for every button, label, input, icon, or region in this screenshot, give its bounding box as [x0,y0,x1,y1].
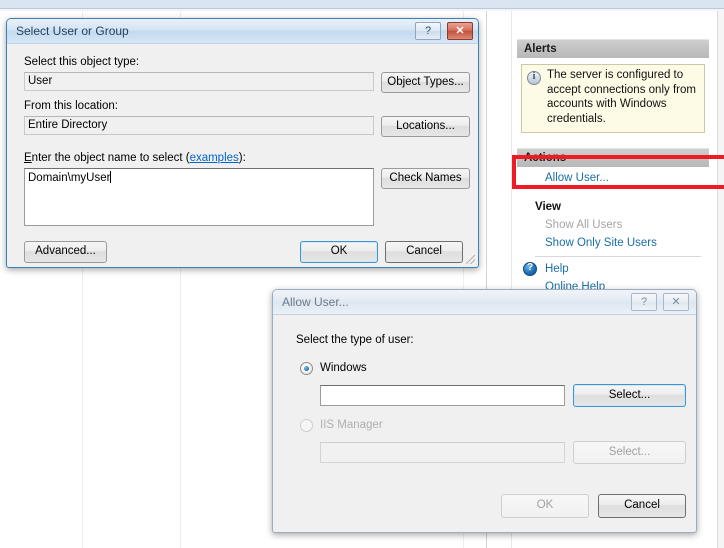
resize-grip[interactable] [466,255,475,264]
actions-section-header: Actions [517,148,709,167]
iis-manager-select-button: Select... [573,441,686,464]
info-icon [527,71,541,85]
examples-link[interactable]: examples [190,152,239,164]
text-caret [110,171,112,183]
allow-user-dialog: Allow User... ? ✕ Select the type of use… [272,289,697,533]
object-types-button[interactable]: Object Types... [381,72,470,93]
panel-scrollbar-edge[interactable] [717,11,724,548]
action-show-only-site-users[interactable]: Show Only Site Users [517,234,709,252]
object-name-label-accel: E [24,152,32,164]
object-name-label-text: nter the object name to select ( [31,152,190,164]
advanced-button[interactable]: Advanced... [24,241,107,263]
dialog-titlebar[interactable]: Select User or Group ? ✕ [7,19,478,44]
iis-manager-user-input [320,442,565,463]
close-icon[interactable]: ✕ [447,22,473,40]
alert-message-text: The server is configured to accept conne… [547,69,696,125]
help-button[interactable]: ? [631,293,657,311]
radio-iis-manager-label[interactable]: IIS Manager [320,419,383,431]
close-icon[interactable]: ✕ [663,293,689,311]
select-user-or-group-dialog: Select User or Group ? ✕ Select this obj… [6,18,479,268]
object-name-label-tail: ): [238,152,246,164]
action-show-all-users[interactable]: Show All Users [517,216,709,234]
actions-list: Allow User... View Show All Users Show O… [517,169,709,296]
object-type-label: Select this object type: [24,56,140,68]
alert-message-box: The server is configured to accept conne… [521,64,705,133]
dialog-body: Select the type of user: Windows Select.… [273,315,696,531]
object-name-input[interactable]: Domain\myUser [24,168,374,226]
cancel-button[interactable]: Cancel [598,494,686,518]
locations-button[interactable]: Locations... [381,116,470,137]
check-names-button[interactable]: Check Names [381,168,470,189]
object-name-label: Enter the object name to select (example… [24,152,246,164]
location-value: Entire Directory [24,116,374,135]
radio-windows[interactable] [300,362,313,375]
alerts-section-header: Alerts [517,39,709,58]
console-top-strip [0,0,724,9]
dialog-title: Allow User... [282,295,349,309]
ok-button: OK [501,494,589,518]
location-label: From this location: [24,100,118,112]
actions-group-view: View [535,201,561,213]
radio-iis-manager[interactable] [300,419,313,432]
dialog-title: Select User or Group [16,24,129,38]
dialog-titlebar[interactable]: Allow User... ? ✕ [273,290,696,315]
windows-select-button[interactable]: Select... [573,384,686,407]
object-name-input-value: Domain\myUser [28,172,111,184]
dialog-body: Select this object type: User Object Typ… [7,44,478,266]
object-type-value: User [24,72,374,91]
cancel-button[interactable]: Cancel [385,241,463,263]
radio-windows-label[interactable]: Windows [320,362,367,374]
help-row: Help [517,260,709,278]
actions-separator [535,256,701,257]
help-icon [523,262,537,276]
help-button[interactable]: ? [415,22,441,40]
ok-button[interactable]: OK [300,241,378,263]
windows-user-input[interactable] [320,385,565,406]
action-help[interactable]: Help [517,260,709,278]
user-type-prompt: Select the type of user: [296,334,414,346]
action-allow-user[interactable]: Allow User... [517,169,709,187]
